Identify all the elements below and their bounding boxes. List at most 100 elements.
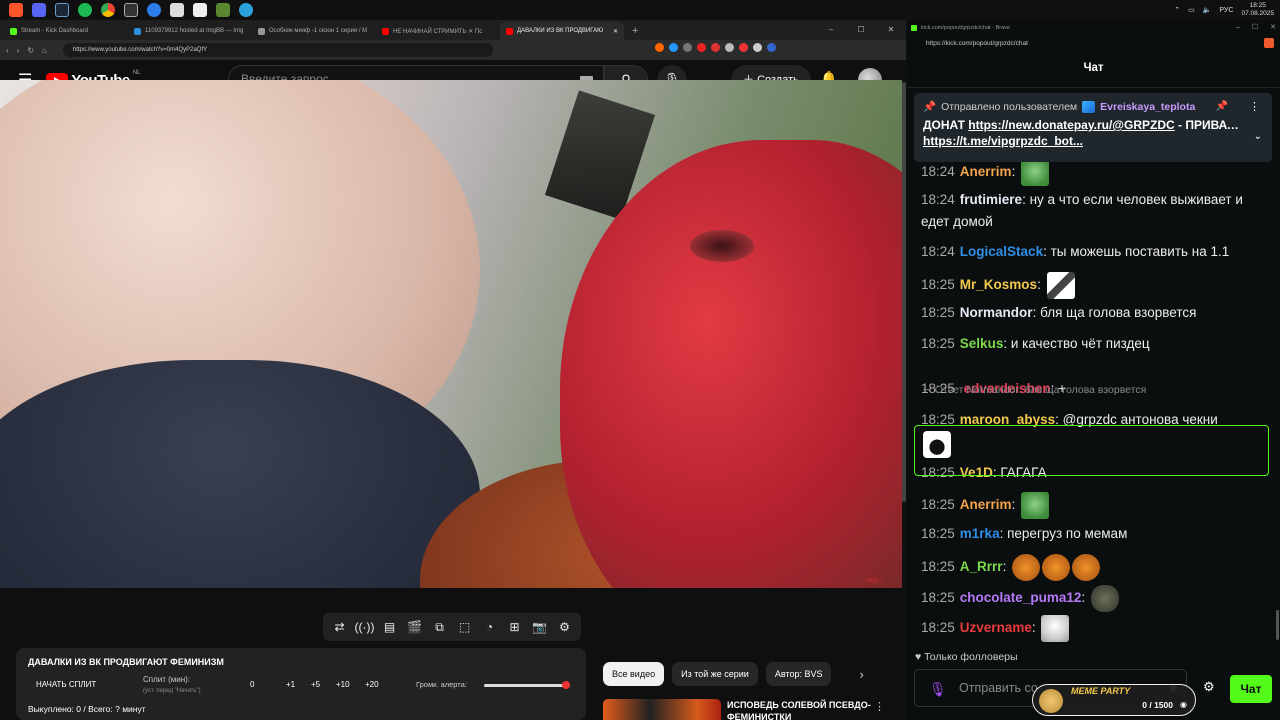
extension-icon[interactable] <box>669 43 678 52</box>
minecraft-taskbar-icon[interactable] <box>216 3 230 17</box>
chat-message[interactable]: 18:25 Selkus: и качество чёт пиздец <box>921 333 1267 355</box>
clapperboard-icon[interactable]: 🎬 <box>405 620 425 634</box>
extension-icon[interactable] <box>767 43 776 52</box>
playlist-settings-icon[interactable]: ▤ <box>380 620 400 634</box>
tab-ne-nachinai[interactable]: НЕ НАЧИНАЙ СТРИМИТЬ ✕ Пс <box>376 22 500 40</box>
chat-message[interactable]: 18:25 Mr_Kosmos: <box>921 272 1267 299</box>
telegram-link[interactable]: https://t.me/vipgrpzdc_bot... <box>923 134 1083 148</box>
minimize-button[interactable]: – <box>816 20 846 40</box>
chat-message[interactable]: 18:24 frutimiere: ну а что если человек в… <box>921 189 1267 233</box>
message-user[interactable]: LogicalStack <box>960 244 1043 259</box>
chevron-right-icon[interactable]: › <box>859 667 863 682</box>
split-add-5-button[interactable]: +5 <box>311 680 320 689</box>
minimize-button[interactable]: – <box>1236 20 1240 36</box>
message-user[interactable]: Selkus <box>960 336 1004 351</box>
send-chat-button[interactable]: Чат <box>1230 675 1272 703</box>
message-user[interactable]: Normandor <box>960 305 1033 320</box>
extension-icon[interactable] <box>683 43 692 52</box>
tab-davalki-active[interactable]: ДАВАЛКИ ИЗ ВК ПРОДВИГАЮ ✕ <box>500 22 624 40</box>
video-player[interactable]: ~RG~ <box>0 80 902 588</box>
alert-volume-knob[interactable] <box>562 681 570 689</box>
forward-icon[interactable]: › <box>17 46 20 55</box>
picture-in-picture-icon[interactable]: ⧉ <box>430 620 450 635</box>
chip-all-videos[interactable]: Все видео <box>603 662 665 686</box>
discord-taskbar-icon[interactable] <box>32 3 46 17</box>
extension-icon[interactable] <box>711 43 720 52</box>
recommended-video[interactable]: ИСПОВЕДЬ СОЛЕВОЙ ПСЕВДО-ФЕМИНИСТКИ ⋮ <box>603 697 903 720</box>
extension-icon[interactable] <box>697 43 706 52</box>
unpin-icon[interactable]: 📌 <box>1216 101 1228 112</box>
recommended-thumbnail[interactable] <box>603 699 721 720</box>
extension-icon[interactable] <box>725 43 734 52</box>
cat-emote-icon[interactable] <box>1046 272 1075 299</box>
chat-message[interactable]: 18:25 chocolate_puma12: <box>921 585 1267 612</box>
add-box-icon[interactable]: ⊞ <box>505 620 525 634</box>
broadcast-icon[interactable]: ((·)) <box>355 620 375 634</box>
tab-osobnyak[interactable]: Особняк мияф -1 сезон 1 серия / M <box>252 22 376 40</box>
spotify-taskbar-icon[interactable] <box>78 3 92 17</box>
message-user[interactable]: Anerrim <box>960 164 1012 179</box>
pinned-user[interactable]: Evreiskaya_teplota <box>1100 101 1195 113</box>
network-icon[interactable]: ▭ <box>1188 6 1195 14</box>
page-scrollbar-thumb[interactable] <box>902 82 906 502</box>
pepe-emote-icon[interactable] <box>1021 492 1050 519</box>
message-user[interactable]: Anerrim <box>960 497 1012 512</box>
split-minutes-value[interactable]: 0 <box>250 680 254 689</box>
chat-message[interactable]: 18:24 Anerrim: <box>921 162 1267 186</box>
message-user[interactable]: Mr_Kosmos <box>960 277 1037 292</box>
split-add-20-button[interactable]: +20 <box>365 680 379 689</box>
screenshot-icon[interactable]: 📷 <box>530 620 550 634</box>
url-field[interactable]: https://www.youtube.com/watch?v=0m4QyP2a… <box>62 43 493 57</box>
close-tab-icon[interactable]: ✕ <box>613 28 618 35</box>
chrome-taskbar-icon[interactable] <box>101 3 115 17</box>
tab-imgbb[interactable]: 1109379912 hosted at ImgBB — Img <box>128 22 252 40</box>
close-window-button[interactable]: ✕ <box>1270 20 1276 36</box>
chat-message[interactable]: 18:24 LogicalStack: ты можешь поставить н… <box>921 241 1267 263</box>
app-taskbar-icon[interactable] <box>124 3 138 17</box>
chat-message[interactable]: 18:25 Anerrim: <box>921 492 1267 519</box>
new-tab-button[interactable]: + <box>624 22 646 40</box>
language-indicator[interactable]: РУС <box>1219 7 1233 14</box>
more-options-icon[interactable]: ⋮ <box>874 700 885 713</box>
home-icon[interactable]: ⌂ <box>42 46 47 55</box>
chat-message[interactable]: 18:25 A_Rrrr: <box>921 554 1267 581</box>
chat-settings-gear-icon[interactable]: ⚙ <box>1203 679 1215 695</box>
recommended-title[interactable]: ИСПОВЕДЬ СОЛЕВОЙ ПСЕВДО-ФЕМИНИСТКИ <box>727 699 877 720</box>
dark-face-emote-icon[interactable] <box>1090 585 1119 612</box>
message-user[interactable]: A_Rrrr <box>960 559 1003 574</box>
extension-icon[interactable] <box>753 43 762 52</box>
tab-kick-dashboard[interactable]: Stream - Kick Dashboard <box>4 22 128 40</box>
microphone-icon[interactable]: 🎙 <box>929 681 947 698</box>
maximize-button[interactable]: ☐ <box>1252 20 1258 36</box>
steam-taskbar-icon[interactable] <box>55 3 69 17</box>
chat-url-field[interactable]: https://kick.com/popout/grpzdc/chat <box>907 36 1280 50</box>
blue-app-taskbar-icon[interactable] <box>147 3 161 17</box>
brave-taskbar-icon[interactable] <box>9 3 23 17</box>
back-icon[interactable]: ‹ <box>6 46 9 55</box>
dog-emote-icon[interactable] <box>1041 615 1070 642</box>
donate-link[interactable]: https://new.donatepay.ru/@GRPZDC <box>968 118 1174 132</box>
split-add-1-button[interactable]: +1 <box>286 680 295 689</box>
extension-icon[interactable] <box>739 43 748 52</box>
speed-icon[interactable]: ◔ <box>480 620 500 634</box>
more-options-icon[interactable]: ⋮ <box>1249 100 1260 113</box>
message-user[interactable]: chocolate_puma12 <box>960 590 1082 605</box>
pepe-emote-icon[interactable] <box>1021 162 1050 186</box>
message-user[interactable]: m1rka <box>960 526 1000 541</box>
chat-message[interactable]: 18:25 m1rka: перегруз по мемам <box>921 523 1267 545</box>
alert-volume-slider[interactable] <box>484 681 570 689</box>
clock[interactable]: 18:25 07.08.2025 <box>1241 2 1274 18</box>
telegram-taskbar-icon[interactable] <box>239 3 253 17</box>
close-window-button[interactable]: ✕ <box>876 20 906 40</box>
gear-icon[interactable]: ⚙ <box>555 620 575 634</box>
chevron-up-icon[interactable]: ⌃ <box>1174 6 1180 14</box>
tool-taskbar-icon[interactable] <box>170 3 184 17</box>
frame-icon[interactable]: ⬚ <box>455 620 475 634</box>
chat-message[interactable]: 18:25 Normandor: бля ща голова взорвется <box>921 302 1267 324</box>
send-taskbar-icon[interactable] <box>193 3 207 17</box>
chat-message[interactable]: 18:25 Uzvername: <box>921 615 1267 642</box>
split-add-10-button[interactable]: +10 <box>336 680 350 689</box>
start-split-button[interactable]: НАЧАТЬ СПЛИТ <box>36 680 96 689</box>
orange-emote-icon[interactable] <box>1042 554 1071 581</box>
brave-shield-icon[interactable] <box>1264 38 1274 48</box>
